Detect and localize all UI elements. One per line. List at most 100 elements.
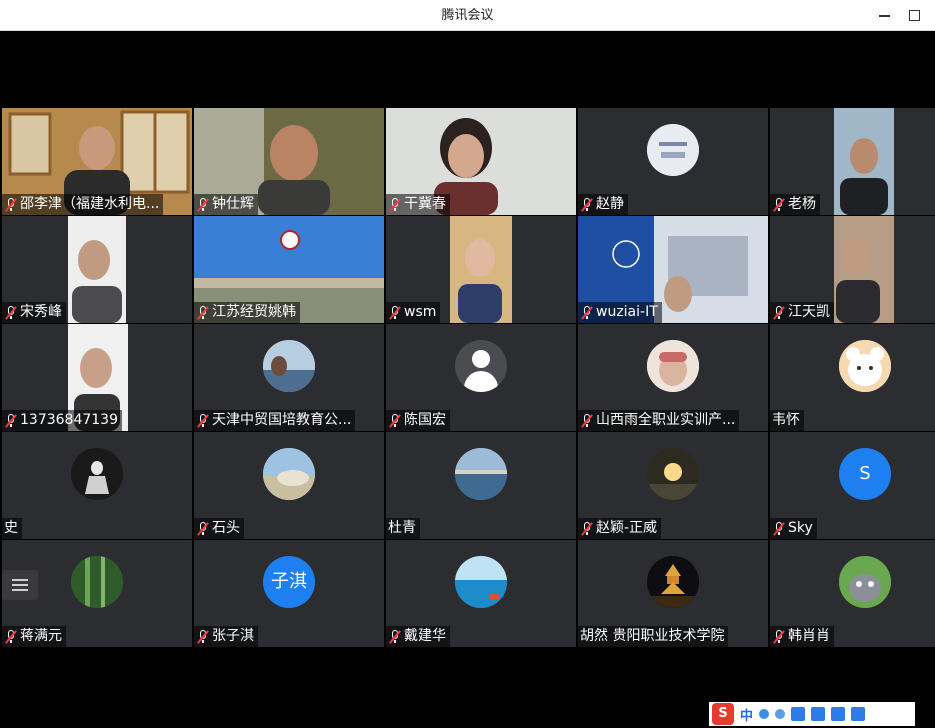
participant-name: 史 xyxy=(4,520,18,536)
participant-label: 干冀春 xyxy=(386,194,450,215)
participant-name: 赵颖-正威 xyxy=(596,520,658,536)
participant-tile[interactable]: 邵李津（福建水利电... xyxy=(2,108,192,215)
participant-tile[interactable]: 天津中贸国培教育公... xyxy=(194,324,384,431)
shirt-icon[interactable] xyxy=(831,707,846,721)
participant-tile[interactable]: 13736847139 xyxy=(2,324,192,431)
participant-tile[interactable]: 陈国宏 xyxy=(386,324,576,431)
participant-avatar xyxy=(647,124,699,176)
participant-name: 戴建华 xyxy=(404,628,446,644)
mic-muted-icon xyxy=(580,413,594,429)
participant-label: 戴建华 xyxy=(386,626,450,647)
ime-toolbar[interactable]: S 中 xyxy=(709,702,915,726)
participant-tile[interactable]: 干冀春 xyxy=(386,108,576,215)
mic-muted-icon xyxy=(772,629,786,645)
participant-label: 胡然 贵阳职业技术学院 xyxy=(578,626,729,647)
participant-tile[interactable]: 韦怀 xyxy=(770,324,935,431)
participant-avatar xyxy=(839,556,891,608)
mic-muted-icon xyxy=(4,197,18,213)
participant-label: 邵李津（福建水利电... xyxy=(2,194,164,215)
participant-tile[interactable]: 石头 xyxy=(194,432,384,539)
letter-avatar: 子淇 xyxy=(263,556,315,608)
participant-avatar xyxy=(455,556,507,608)
participant-tile[interactable]: 宋秀峰 xyxy=(2,216,192,323)
photo-avatar xyxy=(263,340,315,392)
mic-muted-icon xyxy=(388,197,402,213)
mic-muted-icon xyxy=(196,413,210,429)
mic-muted-icon xyxy=(580,521,594,537)
participant-tile[interactable]: 赵静 xyxy=(578,108,768,215)
participant-tile[interactable]: 赵颖-正威 xyxy=(578,432,768,539)
participant-tile[interactable]: 戴建华 xyxy=(386,540,576,647)
participant-tile[interactable]: 蒋满元 xyxy=(2,540,192,647)
participant-label: 史 xyxy=(2,518,22,539)
participant-label: wuziai-IT xyxy=(578,302,662,323)
participant-label: 张子淇 xyxy=(194,626,258,647)
photo-avatar xyxy=(647,556,699,608)
participant-tile[interactable]: 史 xyxy=(2,432,192,539)
participant-tile[interactable]: 江天凯 xyxy=(770,216,935,323)
participant-name: 杜青 xyxy=(388,520,416,536)
default-avatar-icon xyxy=(455,340,507,392)
participant-label: 赵颖-正威 xyxy=(578,518,662,539)
participant-name: 张子淇 xyxy=(212,628,254,644)
participant-tile[interactable]: 江苏经贸姚韩 xyxy=(194,216,384,323)
participant-tile[interactable]: 老杨 xyxy=(770,108,935,215)
punctuation-icon[interactable] xyxy=(775,709,786,719)
mic-muted-icon xyxy=(772,521,786,537)
participant-name: 干冀春 xyxy=(404,196,446,212)
moon-icon[interactable] xyxy=(759,709,770,719)
participant-tile[interactable]: wuziai-IT xyxy=(578,216,768,323)
participant-tile[interactable]: 子淇 张子淇 xyxy=(194,540,384,647)
mic-muted-icon xyxy=(4,413,18,429)
participant-tile[interactable]: 韩肖肖 xyxy=(770,540,935,647)
participant-name: 13736847139 xyxy=(20,412,118,428)
participant-label: 石头 xyxy=(194,518,244,539)
participant-label: 宋秀峰 xyxy=(2,302,66,323)
photo-avatar xyxy=(455,556,507,608)
participant-avatar xyxy=(263,340,315,392)
title-bar: 腾讯会议 xyxy=(0,0,935,31)
maximize-icon[interactable] xyxy=(906,6,924,24)
participant-name: 韦怀 xyxy=(772,412,800,428)
participant-tile[interactable]: 山西雨全职业实训产... xyxy=(578,324,768,431)
participant-tile[interactable]: 胡然 贵阳职业技术学院 xyxy=(578,540,768,647)
mic-muted-icon xyxy=(388,305,402,321)
mic-muted-icon xyxy=(4,629,18,645)
letter-avatar: S xyxy=(839,448,891,500)
microphone-icon[interactable] xyxy=(791,707,806,721)
ime-mode[interactable]: 中 xyxy=(740,705,753,724)
participant-avatar xyxy=(455,448,507,500)
photo-avatar xyxy=(647,340,699,392)
participant-name: 蒋满元 xyxy=(20,628,62,644)
minimize-icon[interactable] xyxy=(876,6,894,24)
logo-avatar xyxy=(647,124,699,176)
participant-label: wsm xyxy=(386,302,441,323)
participant-name: 赵静 xyxy=(596,196,624,212)
participant-tile[interactable]: 钟仕辉 xyxy=(194,108,384,215)
participant-label: 江天凯 xyxy=(770,302,834,323)
participant-tile[interactable]: 杜青 xyxy=(386,432,576,539)
participant-tile[interactable]: S Sky xyxy=(770,432,935,539)
sogou-logo-icon: S xyxy=(712,703,734,725)
mic-muted-icon xyxy=(388,413,402,429)
participant-tile[interactable]: wsm xyxy=(386,216,576,323)
participant-name: 陈国宏 xyxy=(404,412,446,428)
participant-label: Sky xyxy=(770,518,817,539)
participant-name: wsm xyxy=(404,304,437,320)
participant-name: 老杨 xyxy=(788,196,816,212)
participant-name: 韩肖肖 xyxy=(788,628,830,644)
keyboard-icon[interactable] xyxy=(811,707,826,721)
toolbox-icon[interactable] xyxy=(851,707,866,721)
photo-avatar xyxy=(839,340,891,392)
participant-label: 韩肖肖 xyxy=(770,626,834,647)
participant-name: 江苏经贸姚韩 xyxy=(212,304,296,320)
participant-name: 石头 xyxy=(212,520,240,536)
participant-avatar xyxy=(647,340,699,392)
participant-name: 宋秀峰 xyxy=(20,304,62,320)
participant-list-button[interactable] xyxy=(2,570,38,600)
list-icon xyxy=(12,589,28,591)
participant-name: 天津中贸国培教育公... xyxy=(212,412,352,428)
mic-muted-icon xyxy=(580,197,594,213)
participant-avatar xyxy=(263,448,315,500)
participant-avatar xyxy=(647,448,699,500)
